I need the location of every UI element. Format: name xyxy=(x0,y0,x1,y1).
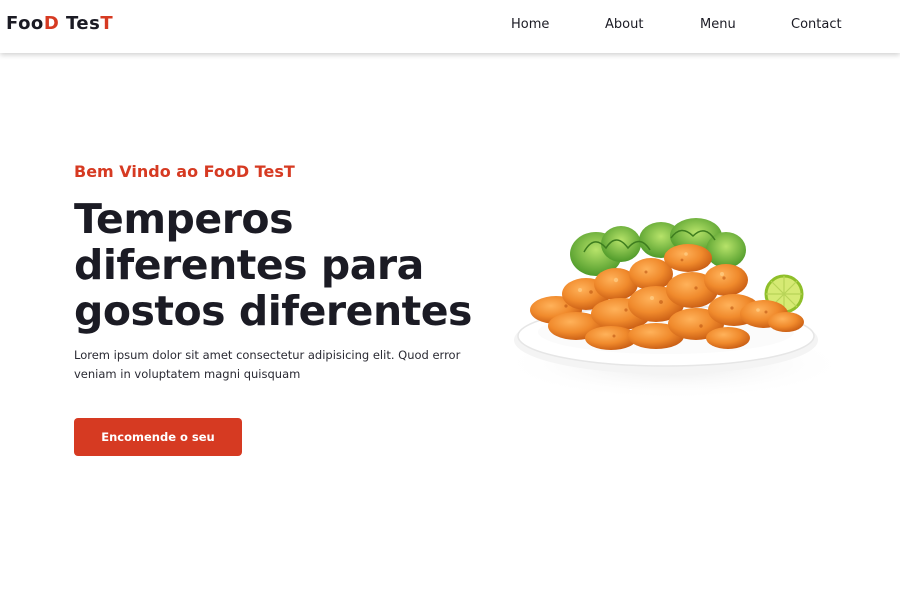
nav-link-contact[interactable]: Contact xyxy=(791,17,842,32)
navbar: FooD TesT Home About Menu Contact xyxy=(0,0,900,53)
hero-title: Temperos diferentes para gostos diferent… xyxy=(74,196,504,334)
hero-title-line-1: Temperos xyxy=(74,195,294,243)
hero-description: Lorem ipsum dolor sit amet consectetur a… xyxy=(74,348,461,381)
hero-subtitle: Bem Vindo ao FooD TesT xyxy=(74,162,295,181)
nav-link-menu[interactable]: Menu xyxy=(700,17,736,32)
hero-title-line-2: diferentes para xyxy=(74,241,424,289)
order-button[interactable]: Encomende o seu xyxy=(74,418,242,456)
food-plate-image xyxy=(498,218,850,400)
nav-link-home[interactable]: Home xyxy=(511,17,549,32)
nav-links: Home About Menu Contact xyxy=(0,17,900,37)
nav-link-about[interactable]: About xyxy=(605,17,643,32)
hero-title-line-3: gostos diferentes xyxy=(74,287,472,335)
